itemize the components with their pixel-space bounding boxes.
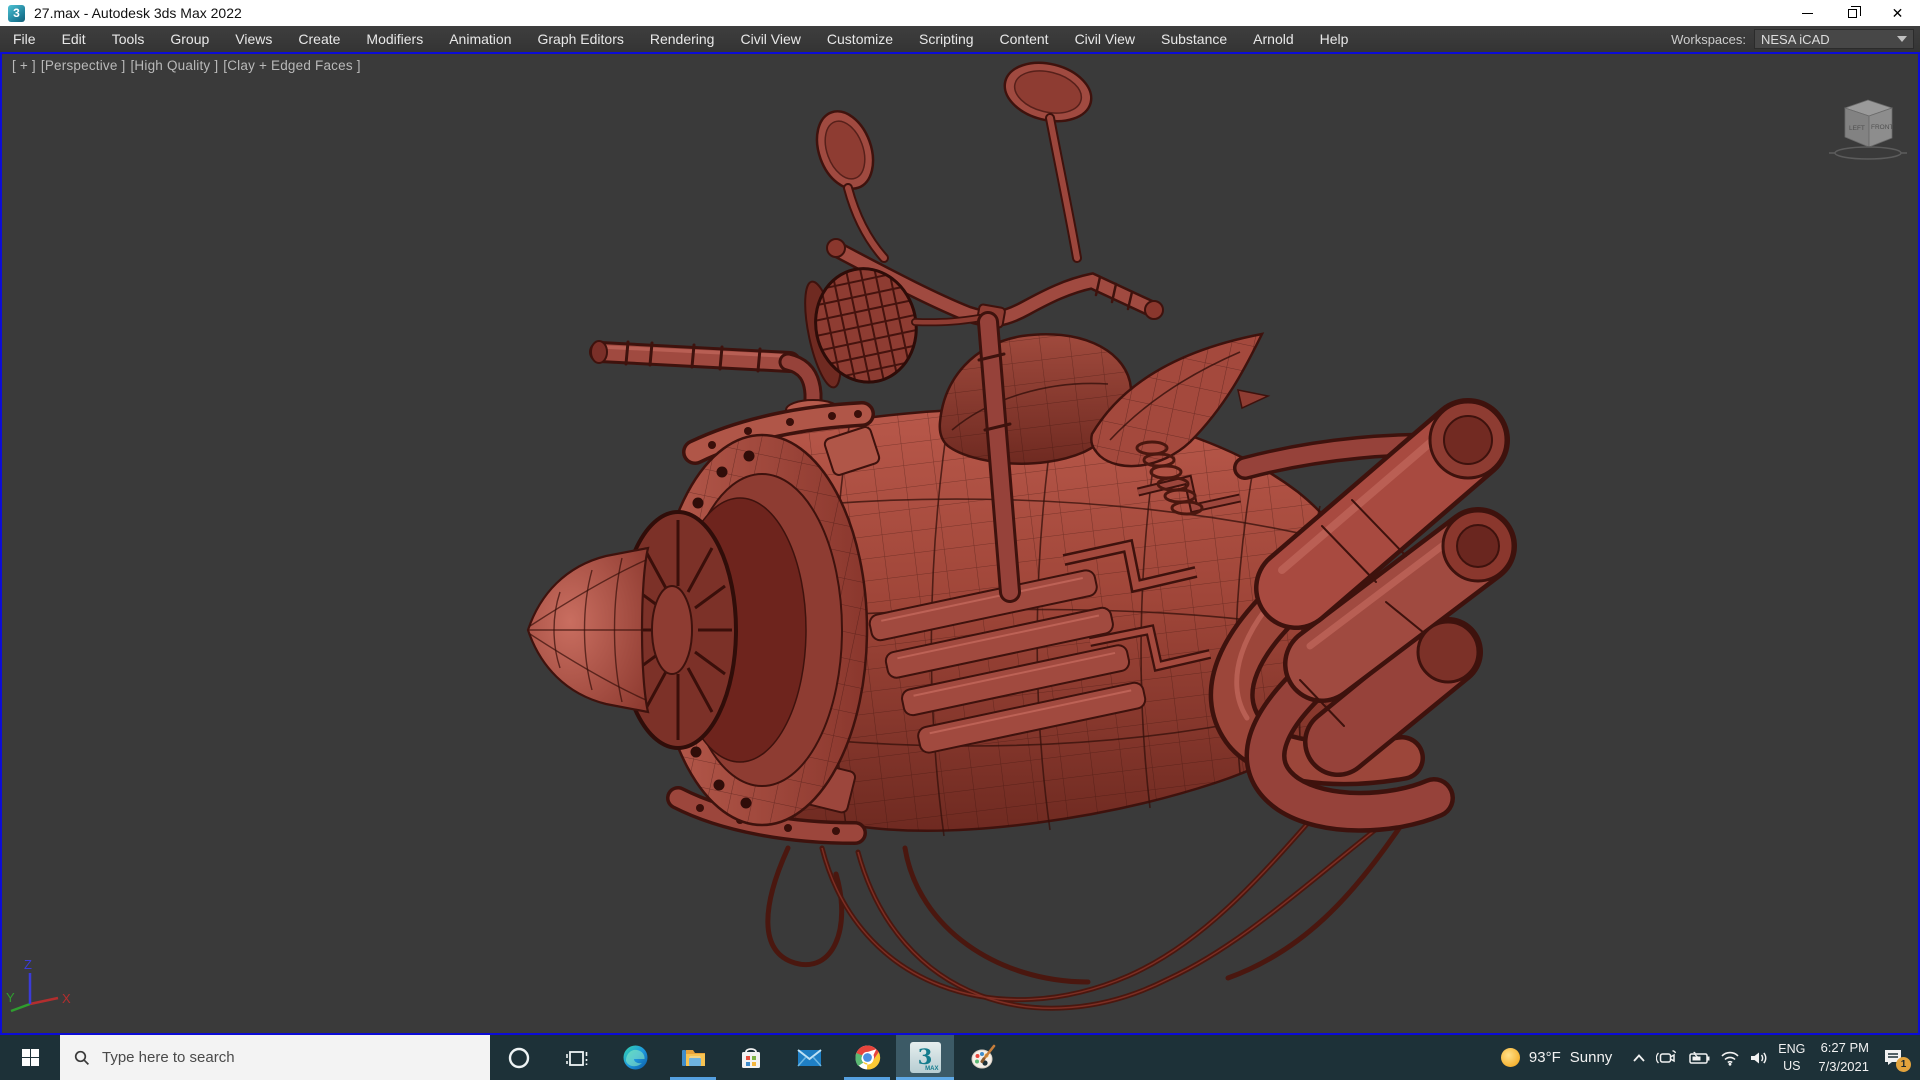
menu-create[interactable]: Create	[285, 26, 353, 52]
weather-temp: 93°F	[1528, 1049, 1561, 1066]
engine-front	[526, 433, 869, 827]
viewport-menu-shading[interactable]: [Clay + Edged Faces ]	[223, 58, 360, 73]
tray-chevron-up[interactable]	[1631, 1052, 1647, 1064]
tray-battery[interactable]	[1687, 1051, 1711, 1065]
weather-condition: Sunny	[1569, 1049, 1613, 1066]
menu-edit[interactable]: Edit	[49, 26, 99, 52]
weather-widget[interactable]: 93°F Sunny	[1500, 1048, 1613, 1067]
menu-arnold[interactable]: Arnold	[1240, 26, 1306, 52]
3ds-max-taskbar-icon: 3 MAX	[909, 1042, 941, 1073]
menu-file[interactable]: File	[0, 26, 49, 52]
taskbar-app-3ds-max[interactable]: 3 MAX	[896, 1035, 954, 1080]
tray-meet-now[interactable]	[1656, 1049, 1678, 1067]
axis-x-label: X	[62, 991, 71, 1006]
clock[interactable]: 6:27 PM 7/3/2021	[1818, 1039, 1869, 1075]
restore-button[interactable]	[1830, 0, 1875, 26]
windows-taskbar: Type here to search 3 MAX 93°F Sunny ENG…	[0, 1035, 1920, 1080]
mail-icon	[796, 1049, 822, 1067]
minimize-button[interactable]	[1785, 0, 1830, 26]
tray-volume[interactable]	[1749, 1050, 1769, 1066]
windows-logo-icon	[21, 1049, 39, 1066]
tray-date: 7/3/2021	[1818, 1058, 1869, 1074]
perspective-viewport[interactable]: [ + ] [Perspective ] [High Quality ] [Cl…	[0, 52, 1920, 1035]
viewcube-left-label: LEFT	[1849, 125, 1865, 132]
menu-group[interactable]: Group	[157, 26, 222, 52]
taskbar-search[interactable]: Type here to search	[60, 1035, 490, 1080]
meet-now-camera-icon	[1656, 1049, 1677, 1063]
chrome-icon	[854, 1045, 880, 1070]
chevron-up-icon	[1633, 1053, 1645, 1062]
notification-badge: 1	[1896, 1056, 1911, 1072]
minimize-icon	[1802, 12, 1813, 14]
menu-help[interactable]: Help	[1307, 26, 1362, 52]
search-icon	[74, 1050, 90, 1065]
menu-tools[interactable]: Tools	[99, 26, 158, 52]
close-icon: ✕	[1891, 5, 1904, 21]
language-indicator[interactable]: ENG US	[1778, 1041, 1805, 1075]
store-icon	[742, 1047, 760, 1068]
menu-substance[interactable]: Substance	[1148, 26, 1240, 52]
taskbar-app-cortana[interactable]	[490, 1035, 548, 1080]
battery-icon	[1689, 1051, 1710, 1064]
world-axis-gizmo: X Y Z	[6, 957, 71, 1013]
sun-icon	[1500, 1048, 1520, 1067]
paint3d-icon	[971, 1044, 995, 1069]
workspace-dropdown[interactable]: NESA iCAD	[1754, 29, 1914, 49]
menu-bar: File Edit Tools Group Views Create Modif…	[0, 26, 1920, 52]
title-bar: 3 27.max - Autodesk 3ds Max 2022 ✕	[0, 0, 1920, 26]
menu-modifiers[interactable]: Modifiers	[353, 26, 436, 52]
menu-graph-editors[interactable]: Graph Editors	[524, 26, 636, 52]
taskbar-app-paint3d[interactable]	[954, 1035, 1012, 1080]
search-placeholder: Type here to search	[102, 1049, 235, 1066]
taskbar-app-file-explorer[interactable]	[664, 1035, 722, 1080]
menu-content[interactable]: Content	[987, 26, 1062, 52]
viewport-canvas-3d-model[interactable]: LEFT FRONT X Y Z	[2, 54, 1918, 1033]
menu-animation[interactable]: Animation	[436, 26, 524, 52]
axis-y-label: Y	[6, 990, 15, 1005]
menu-civil-view-2[interactable]: Civil View	[1062, 26, 1148, 52]
axis-z-label: Z	[24, 957, 32, 972]
tray-time: 6:27 PM	[1820, 1040, 1869, 1056]
taskbar-app-chrome[interactable]	[838, 1035, 896, 1080]
exhaust-pipes	[1208, 398, 1517, 833]
edge-icon	[623, 1045, 647, 1070]
menu-civil-view[interactable]: Civil View	[727, 26, 813, 52]
taskbar-app-task-view[interactable]	[548, 1035, 606, 1080]
taskbar-app-edge[interactable]	[606, 1035, 664, 1080]
wifi-icon	[1721, 1051, 1739, 1066]
taskbar-app-store[interactable]	[722, 1035, 780, 1080]
viewcube[interactable]: LEFT FRONT	[1829, 99, 1907, 160]
menu-scripting[interactable]: Scripting	[906, 26, 986, 52]
menu-views[interactable]: Views	[222, 26, 285, 52]
viewport-menu-general[interactable]: [ + ]	[12, 58, 36, 73]
menu-rendering[interactable]: Rendering	[637, 26, 728, 52]
task-view-icon	[566, 1050, 588, 1066]
tray-wifi[interactable]	[1720, 1050, 1740, 1066]
close-button[interactable]: ✕	[1875, 0, 1920, 26]
chevron-down-icon	[1897, 36, 1907, 42]
workspaces-label: Workspaces:	[1671, 31, 1746, 47]
cortana-icon	[508, 1047, 530, 1068]
taskbar-app-mail[interactable]	[780, 1035, 838, 1080]
speaker-icon	[1751, 1052, 1767, 1063]
action-center-button[interactable]: 1	[1882, 1048, 1911, 1072]
window-title: 27.max - Autodesk 3ds Max 2022	[34, 5, 242, 21]
start-button[interactable]	[0, 1035, 60, 1080]
viewport-label: [ + ] [Perspective ] [High Quality ] [Cl…	[12, 58, 361, 73]
viewport-menu-quality[interactable]: [High Quality ]	[130, 58, 218, 73]
file-explorer-icon	[681, 1050, 705, 1066]
menu-customize[interactable]: Customize	[814, 26, 906, 52]
restore-icon	[1848, 5, 1861, 18]
3ds-max-logo-icon: 3	[8, 4, 25, 22]
tail-fin	[1090, 332, 1271, 468]
viewport-menu-pov[interactable]: [Perspective ]	[41, 58, 126, 73]
viewcube-front-label: FRONT	[1871, 124, 1893, 131]
workspace-value: NESA iCAD	[1761, 31, 1830, 47]
